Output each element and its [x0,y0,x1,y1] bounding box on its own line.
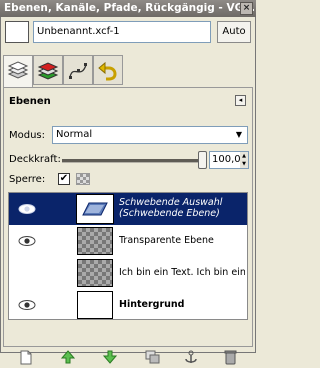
eye-icon[interactable] [18,235,36,247]
lock-alpha-icon[interactable] [76,173,90,185]
layer-name: Schwebende Auswahl (Schwebende Ebene) [119,197,223,219]
tab-channels[interactable] [33,55,63,85]
mode-label: Modus: [9,130,46,141]
paths-icon [69,63,87,79]
layers-panel: Ebenen ◂ Modus: Normal ▼ Deckkraft: 100,… [3,87,253,347]
dock-tabs [3,55,253,87]
opacity-slider-fill [62,159,200,162]
layer-name: Ich bin ein Text. Ich bin ein ... [119,267,245,278]
auto-button[interactable]: Auto [217,21,251,43]
panel-title: Ebenen [9,96,51,107]
duplicate-layer-icon[interactable] [145,350,161,366]
opacity-spinbutton[interactable]: 100,0 ▲ ▼ [209,151,249,169]
opacity-value: 100,0 [212,154,241,165]
layer-row[interactable]: Hintergrund [9,289,247,321]
opacity-slider-track[interactable] [62,159,200,163]
layer-list: Schwebende Auswahl (Schwebende Ebene) Tran… [8,192,248,320]
image-menu-row: Unbenannt.xcf-1 ▼ Auto [5,21,251,47]
layer-row[interactable]: Transparente Ebene [9,225,247,257]
new-layer-icon[interactable] [19,350,35,366]
eye-icon[interactable] [18,299,36,311]
layer-name: Transparente Ebene [119,235,214,246]
layers-icon [7,61,29,79]
layer-thumbnail [77,259,113,287]
spin-arrows-icon[interactable]: ▲ ▼ [240,152,248,168]
layer-name: Hintergrund [119,299,185,310]
window-title: Ebenen, Kanäle, Pfade, Rückgängig - VG/.… [4,2,256,14]
tab-layers[interactable] [3,55,33,87]
lower-layer-icon[interactable] [102,350,119,366]
close-button[interactable]: × [240,2,253,15]
mode-select[interactable]: Normal ▼ [52,126,248,144]
panel-menu-button[interactable]: ◂ [235,95,246,106]
tab-paths[interactable] [63,55,93,85]
lock-label: Sperre: [9,174,46,185]
anchor-layer-icon[interactable] [184,350,200,366]
layer-thumbnail [77,291,113,319]
dock-window: Unbenannt.xcf-1 ▼ Auto [0,17,256,365]
opacity-slider-handle[interactable] [198,151,207,169]
image-select-value: Unbenannt.xcf-1 [37,26,120,37]
tab-undo[interactable] [93,55,123,85]
layer-row[interactable]: Schwebende Auswahl (Schwebende Ebene) [9,193,247,225]
undo-icon [98,61,117,81]
eye-icon[interactable] [18,267,36,279]
channels-icon [37,62,59,80]
lock-pixels-checkbox[interactable]: ✔ [58,173,70,185]
layer-row[interactable]: Ich bin ein Text. Ich bin ein ... [9,257,247,289]
image-select[interactable]: Unbenannt.xcf-1 ▼ [33,21,244,43]
layer-thumbnail [76,194,114,224]
opacity-label: Deckkraft: [9,154,61,165]
delete-layer-icon[interactable] [224,350,240,366]
window-titlebar: Ebenen, Kanäle, Pfade, Rückgängig - VG/.… [0,0,256,17]
image-thumbnail [5,21,29,43]
mode-value: Normal [56,129,93,140]
floating-selection-icon [82,202,108,216]
layer-thumbnail [77,227,113,255]
chevron-down-icon: ▼ [235,130,243,139]
raise-layer-icon[interactable] [60,350,77,366]
eye-icon[interactable] [18,203,36,215]
